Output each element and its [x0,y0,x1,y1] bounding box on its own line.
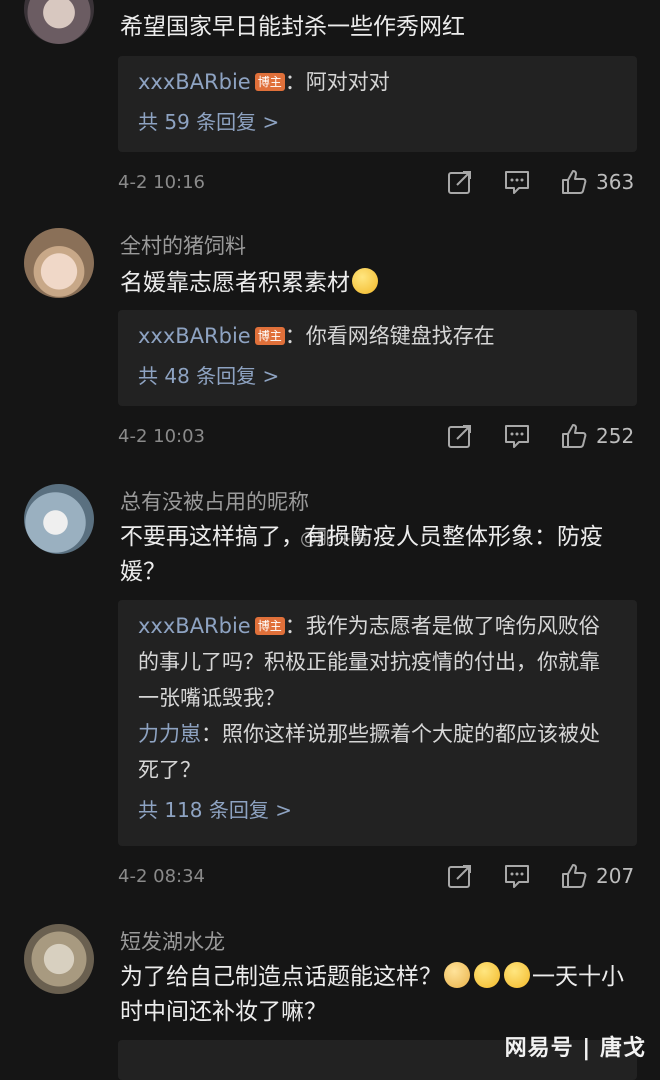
reply-line: xxxBARbie 博主 ：阿对对对 [138,64,619,100]
like-count: 363 [596,170,635,194]
timestamp: 4-2 10:16 [118,172,205,193]
reply-author[interactable]: 力力崽 [138,722,201,746]
author-badge: 博主 [254,73,285,91]
reply-box[interactable]: xxxBARbie 博主 ：你看网络键盘找存在 共 48 条回复 > [118,310,637,406]
username[interactable]: 全村的猪饲料 [120,230,246,260]
sad-emoji-icon [444,962,470,988]
author-badge: 博主 [254,617,285,635]
watermark: 网易号 | 唐戈 [504,1036,646,1061]
thumbs-up-icon [560,422,588,450]
reply-box[interactable]: xxxBARbie 博主 ：阿对对对 共 59 条回复 > [118,56,637,152]
avatar[interactable] [24,228,94,298]
comment-text: 名媛靠志愿者积累素材 [120,266,642,301]
smirk-emoji-icon [504,962,530,988]
thumbs-up-icon [560,862,588,890]
reply-box[interactable]: xxxBARbie 博主 ：我作为志愿者是做了啥伤风败俗的事儿了吗？积极正能量对抗疫… [118,600,637,846]
username[interactable]: 总有没被占用的昵称 [120,486,309,516]
avatar[interactable] [24,924,94,994]
reply-count-link[interactable]: 共 118 条回复 > [138,792,619,828]
reply-line: xxxBARbie 博主 ：我作为志愿者是做了啥伤风败俗的事儿了吗？积极正能量对抗疫… [138,608,619,716]
username[interactable]: 短发湖水龙 [120,926,225,956]
reply-text: ：你看网络键盘找存在 [284,324,495,348]
like-button[interactable]: 363 [560,168,634,196]
comment-text: 不要再这样搞了，有损防疫人员整体形象：防疫媛？ [120,524,603,585]
comment-text: 为了给自己制造点话题能这样？ 一天十小时中间还补妆了嘛？ [120,960,642,1030]
like-count: 252 [596,424,635,448]
smirk-emoji-icon [474,962,500,988]
slight-smile-emoji-icon [352,268,378,294]
message-icon[interactable] [503,422,531,450]
reply-text: ：阿对对对 [284,70,390,94]
reply-count-link[interactable]: 共 59 条回复 > [138,104,619,140]
like-button[interactable]: 207 [560,862,634,890]
reply-author[interactable]: xxxBARbie [138,614,251,638]
comment-text-content: 名媛靠志愿者积累素材 [120,270,350,296]
comment-text: 希望国家早日能封杀一些作秀网红 [120,14,465,40]
reply-author[interactable]: xxxBARbie [138,70,251,94]
timestamp: 4-2 10:03 [118,426,205,447]
like-count: 207 [596,864,635,888]
share-icon[interactable] [446,422,474,450]
reply-author[interactable]: xxxBARbie [138,324,251,348]
message-icon[interactable] [503,862,531,890]
comment-meta: 4-2 08:34 207 [118,862,638,892]
avatar[interactable] [24,484,94,554]
share-icon[interactable] [446,168,474,196]
comment-meta: 4-2 10:03 252 [118,422,638,452]
author-badge: 博主 [254,327,285,345]
comment-text-part: 为了给自己制造点话题能这样？ [120,964,442,990]
comment-meta: 4-2 10:16 363 [118,168,638,198]
timestamp: 4-2 08:34 [118,866,205,887]
avatar[interactable] [24,0,94,44]
like-button[interactable]: 252 [560,422,634,450]
reply-line: xxxBARbie 博主 ：你看网络键盘找存在 [138,318,619,354]
share-icon[interactable] [446,862,474,890]
reply-count-link[interactable]: 共 48 条回复 > [138,358,619,394]
message-icon[interactable] [503,168,531,196]
overlay-mention-text: @那件事 [300,529,368,549]
thumbs-up-icon [560,168,588,196]
reply-line: 力力崽：照你这样说那些撅着个大腚的都应该被处死了？ [138,716,619,788]
reply-text: ：照你这样说那些撅着个大腚的都应该被处死了？ [138,722,600,782]
